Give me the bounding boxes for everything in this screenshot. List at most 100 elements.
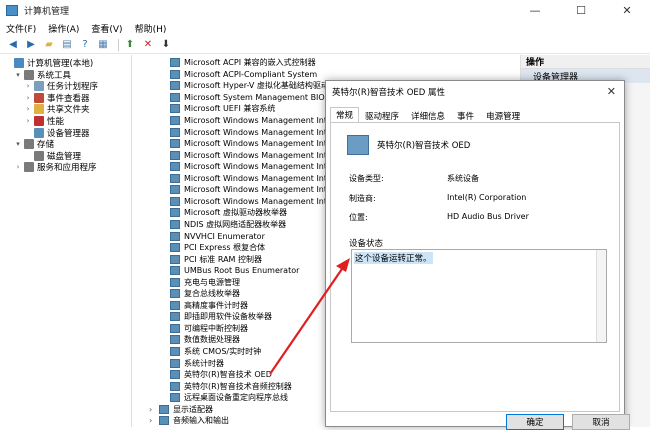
expand-arrow-icon[interactable]: › (24, 117, 32, 125)
device-list-item[interactable]: Microsoft Windows Management Interfa (170, 115, 343, 127)
tree-item[interactable]: 磁盘管理 (24, 150, 81, 162)
device-list-item[interactable]: NDIS 虚拟网络适配器枚举器 (170, 219, 286, 231)
device-name: 英特尔(R)智音技术 OED (377, 141, 471, 151)
expand-arrow-icon[interactable]: › (149, 405, 159, 414)
device-list-item[interactable]: Microsoft Windows Management Interfa (170, 149, 343, 161)
ok-button[interactable]: 确定 (506, 414, 564, 430)
tab-general[interactable]: 常规 (330, 107, 360, 123)
properties-icon[interactable]: ▤ (60, 38, 74, 52)
device-list-item[interactable]: 可编程中断控制器 (170, 323, 248, 335)
show-hide-icon[interactable]: ▦ (96, 38, 110, 52)
device-list-item[interactable]: Microsoft Windows Management Interfa (170, 173, 343, 185)
tree-item[interactable]: 设备管理器 (24, 127, 90, 139)
device-list-item[interactable]: NVVHCI Enumerator (170, 230, 265, 242)
cancel-button[interactable]: 取消 (572, 414, 630, 430)
tab-events[interactable]: 事件 (451, 109, 480, 123)
tree-item[interactable]: ▾ 系统工具 (14, 69, 71, 81)
tree-item[interactable]: › 任务计划程序 (24, 80, 98, 92)
device-list-item[interactable]: Microsoft Windows Management Interfa (170, 184, 343, 196)
device-icon (170, 312, 180, 322)
device-list-item[interactable]: 数值数据处理器 (170, 334, 240, 346)
device-list-item[interactable]: 系统计时器 (170, 357, 224, 369)
device-list-item[interactable]: PCI Express 根复合体 (170, 242, 265, 254)
menu-file[interactable]: 文件(F) (6, 22, 36, 35)
device-label: 远程桌面设备重定向程序总线 (184, 393, 288, 403)
device-list-item[interactable]: 高精度事件计时器 (170, 300, 248, 312)
folder-up-icon[interactable]: ▰ (42, 38, 56, 52)
tab-driver[interactable]: 驱动程序 (359, 109, 405, 123)
device-list-item[interactable]: Microsoft Hyper-V 虚拟化基础结构驱动 (170, 80, 329, 92)
tree-item-label: 事件查看器 (47, 93, 90, 104)
tree-item[interactable]: › 事件查看器 (24, 92, 90, 104)
device-label: 英特尔(R)智音技术 OED (184, 370, 272, 380)
expand-arrow-icon[interactable]: ▾ (14, 71, 22, 79)
device-label: Microsoft System Management BIOS D (184, 92, 339, 102)
device-list-item[interactable]: Microsoft ACPI-Compliant System (170, 69, 317, 81)
device-list-item[interactable]: 复合总线枚举器 (170, 288, 240, 300)
scan-icon[interactable]: ⬆ (123, 38, 137, 52)
device-list-item[interactable]: 英特尔(R)智音技术 OED (170, 369, 272, 381)
device-category[interactable]: › 显示适配器 (149, 404, 213, 416)
expand-arrow-icon[interactable]: ▾ (14, 140, 22, 148)
tree-item[interactable]: › 服务和应用程序 (14, 161, 97, 173)
device-label: Microsoft Windows Management Interfa (184, 127, 343, 137)
tree-node-icon (34, 116, 44, 126)
device-list-item[interactable]: Microsoft Windows Management Interfa (170, 126, 343, 138)
tree-node-icon (24, 69, 34, 80)
device-list-item[interactable]: 即插即用软件设备枚举器 (170, 311, 272, 323)
device-list-item[interactable]: Microsoft UEFI 兼容系统 (170, 103, 275, 115)
device-label: Microsoft Windows Management Interfa (184, 150, 343, 160)
device-list-item[interactable]: 充电与电源管理 (170, 276, 240, 288)
forward-icon[interactable]: ▶ (24, 38, 38, 52)
dialog-close-icon[interactable]: ✕ (607, 85, 616, 98)
device-list-item[interactable]: UMBus Root Bus Enumerator (170, 265, 299, 277)
device-status-label: 设备状态 (349, 239, 384, 249)
minimize-button[interactable]: — (512, 0, 558, 20)
tab-details[interactable]: 详细信息 (405, 109, 451, 123)
expand-arrow-icon[interactable]: › (24, 94, 32, 102)
close-button[interactable]: ✕ (604, 0, 650, 20)
tree-item[interactable]: ▾ 存储 (14, 138, 54, 150)
back-icon[interactable]: ◀ (6, 38, 20, 52)
general-tab-panel: 英特尔(R)智音技术 OED 设备类型: 系统设备 制造商: Intel(R) … (330, 122, 620, 412)
actions-header: 操作 (521, 55, 650, 69)
device-label: PCI 标准 RAM 控制器 (184, 254, 263, 264)
menu-view[interactable]: 查看(V) (91, 22, 122, 35)
tree-item[interactable]: 计算机管理(本地) (4, 57, 93, 69)
device-list-item[interactable]: 英特尔(R)智音技术音频控制器 (170, 380, 292, 392)
expand-arrow-icon[interactable]: › (24, 105, 32, 113)
expand-arrow-icon[interactable]: › (149, 416, 159, 425)
tree-item-label: 计算机管理(本地) (27, 59, 94, 69)
device-label: Microsoft 虚拟驱动器枚举器 (184, 208, 287, 218)
help-icon[interactable]: ? (78, 38, 92, 52)
uninstall-icon[interactable]: ✕ (141, 38, 155, 52)
tree-item-label: 设备管理器 (47, 128, 90, 139)
status-scrollbar[interactable] (596, 250, 606, 342)
device-status-box[interactable]: 这个设备运转正常。 (351, 249, 607, 343)
location-label: 位置: (349, 213, 368, 222)
device-label: 充电与电源管理 (184, 277, 240, 287)
device-list-item[interactable]: 系统 CMOS/实时时钟 (170, 346, 261, 358)
device-status-text: 这个设备运转正常。 (354, 252, 433, 264)
tree-item-label: 系统工具 (37, 70, 72, 81)
device-label: Microsoft Windows Management Interfa (184, 173, 343, 183)
device-list-item[interactable]: Microsoft Windows Management Interfa (170, 196, 343, 208)
device-list-item[interactable]: Microsoft System Management BIOS D (170, 92, 339, 104)
menu-help[interactable]: 帮助(H) (135, 22, 167, 35)
device-list-item[interactable]: PCI 标准 RAM 控制器 (170, 253, 262, 265)
device-list-item[interactable]: Microsoft ACPI 兼容的嵌入式控制器 (170, 57, 316, 69)
device-list-item[interactable]: Microsoft 虚拟驱动器枚举器 (170, 207, 287, 219)
device-list-item[interactable]: 远程桌面设备重定向程序总线 (170, 392, 288, 404)
menu-action[interactable]: 操作(A) (48, 22, 79, 35)
device-list-item[interactable]: Microsoft Windows Management Interfa (170, 161, 343, 173)
expand-arrow-icon[interactable]: › (14, 163, 22, 171)
update-icon[interactable]: ⬇ (159, 38, 173, 52)
tree-item[interactable]: › 性能 (24, 115, 64, 127)
tab-power[interactable]: 电源管理 (480, 109, 526, 123)
device-icon (170, 358, 180, 368)
device-category[interactable]: › 音频输入和输出 (149, 415, 229, 427)
expand-arrow-icon[interactable]: › (24, 82, 32, 90)
maximize-button[interactable]: ☐ (558, 0, 604, 20)
tree-item[interactable]: › 共享文件夹 (24, 103, 90, 115)
device-list-item[interactable]: Microsoft Windows Management Interfa (170, 138, 343, 150)
